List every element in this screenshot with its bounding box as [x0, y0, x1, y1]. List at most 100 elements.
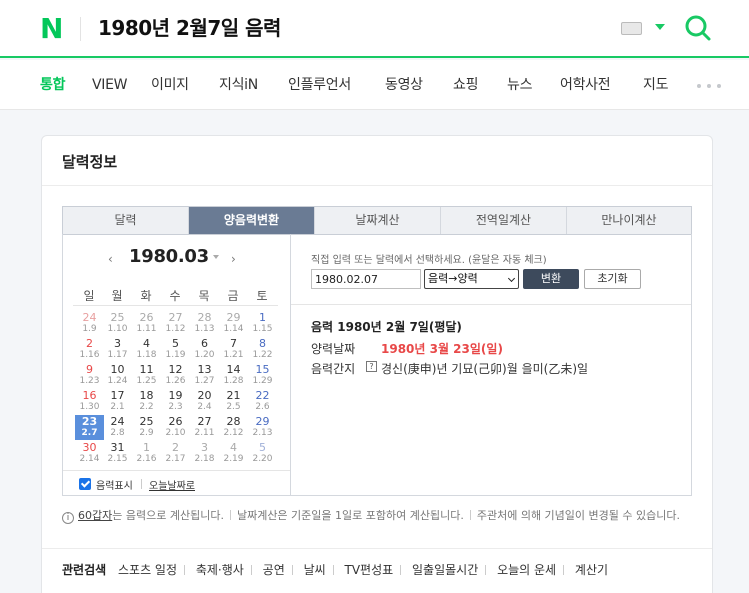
day-cell[interactable]: 27 2.11 [190, 415, 219, 440]
tab-integrated[interactable]: 통합 [40, 75, 65, 95]
tab-kin[interactable]: 지식iN [219, 75, 258, 95]
day-cell[interactable]: 24 2.8 [103, 415, 132, 440]
day-cell[interactable]: 3 2.18 [190, 441, 219, 466]
day-cell[interactable]: 5 1.19 [161, 337, 190, 362]
converter-form: 직접 입력 또는 달력에서 선택하세요. (윤달은 자동 체크) 음력→양력 변… [291, 234, 691, 495]
help-icon[interactable]: ? [366, 361, 377, 372]
lunar-date: 2.15 [107, 454, 128, 464]
day-number: 30 [82, 441, 97, 454]
day-cell[interactable]: 28 2.12 [219, 415, 248, 440]
day-cell[interactable]: 7 1.21 [219, 337, 248, 362]
day-cell[interactable]: 26 1.11 [132, 311, 161, 336]
day-cell[interactable]: 9 1.23 [75, 363, 104, 388]
prev-month-icon[interactable]: ‹ [108, 252, 113, 266]
related-item[interactable]: 오늘의 운세 [497, 563, 556, 577]
next-month-icon[interactable]: › [231, 252, 236, 266]
day-cell[interactable]: 10 1.24 [103, 363, 132, 388]
lunar-date: 2.17 [165, 454, 186, 464]
day-cell[interactable]: 29 2.13 [248, 415, 277, 440]
lunar-date: 1.9 [82, 324, 97, 334]
related-item[interactable]: 일출일몰시간 [412, 563, 478, 577]
tab-video[interactable]: 동영상 [385, 75, 423, 95]
reset-button[interactable]: 초기화 [584, 269, 641, 289]
ctab-age-calc[interactable]: 만나이계산 [567, 207, 691, 234]
tab-map[interactable]: 지도 [643, 75, 668, 95]
ctab-lunar-convert[interactable]: 양음력변환 [189, 207, 315, 234]
chevron-down-icon[interactable] [655, 24, 665, 30]
search-query[interactable]: 1980년 2월7일 음력 [98, 14, 281, 42]
day-cell[interactable]: 2 1.16 [75, 337, 104, 362]
day-cell[interactable]: 12 1.26 [161, 363, 190, 388]
solar-date-label: 양력날짜 [311, 342, 356, 356]
search-icon[interactable] [684, 14, 712, 42]
related-item[interactable]: 날씨 [304, 563, 326, 577]
day-cell[interactable]: 1 1.15 [248, 311, 277, 336]
naver-logo[interactable]: N [40, 15, 63, 43]
note-3: 주관처에 의해 기념일이 변경될 수 있습니다. [476, 509, 680, 522]
related-item[interactable]: TV편성표 [345, 563, 394, 577]
related-item[interactable]: 계산기 [575, 563, 608, 577]
lunar-date: 1.15 [252, 324, 273, 334]
info-icon: i [62, 512, 74, 524]
show-lunar-label[interactable]: 음력표시 [96, 477, 133, 492]
more-icon[interactable] [697, 84, 721, 88]
day-cell[interactable]: 6 1.20 [190, 337, 219, 362]
day-number: 6 [201, 337, 208, 350]
date-input[interactable] [311, 269, 421, 289]
day-cell[interactable]: 22 2.6 [248, 389, 277, 414]
convert-button[interactable]: 변환 [523, 269, 579, 289]
day-cell[interactable]: 17 2.1 [103, 389, 132, 414]
show-lunar-checkbox[interactable] [79, 478, 91, 490]
day-cell[interactable]: 19 2.3 [161, 389, 190, 414]
month-dropdown-icon[interactable] [213, 255, 219, 259]
day-cell[interactable]: 4 1.18 [132, 337, 161, 362]
day-cell[interactable]: 28 1.13 [190, 311, 219, 336]
related-item[interactable]: 축제·행사 [196, 563, 244, 577]
tab-dictionary[interactable]: 어학사전 [560, 75, 611, 95]
tab-influencer[interactable]: 인플루언서 [288, 75, 351, 95]
day-cell[interactable]: 5 2.20 [248, 441, 277, 466]
day-cell[interactable]: 21 2.5 [219, 389, 248, 414]
day-cell[interactable]: 29 1.14 [219, 311, 248, 336]
sexagenary-link[interactable]: 60갑자 [78, 509, 112, 522]
tab-images[interactable]: 이미지 [151, 75, 189, 95]
related-item[interactable]: 공연 [263, 563, 285, 577]
day-cell[interactable]: 15 1.29 [248, 363, 277, 388]
tab-news[interactable]: 뉴스 [507, 75, 532, 95]
day-cell[interactable]: 4 2.19 [219, 441, 248, 466]
day-number: 14 [226, 363, 241, 376]
today-link[interactable]: 오늘날짜로 [149, 477, 195, 492]
lunar-date: 1.14 [223, 324, 244, 334]
day-cell[interactable]: 11 1.25 [132, 363, 161, 388]
day-cell[interactable]: 27 1.12 [161, 311, 190, 336]
day-cell[interactable]: 25 2.9 [132, 415, 161, 440]
keyboard-icon[interactable] [621, 22, 642, 35]
mode-select[interactable]: 음력→양력 [424, 269, 519, 289]
ctab-calendar[interactable]: 달력 [63, 207, 189, 234]
day-cell[interactable]: 16 1.30 [75, 389, 104, 414]
month-label[interactable]: 1980.03 [129, 245, 209, 269]
day-cell[interactable]: 20 2.4 [190, 389, 219, 414]
day-cell[interactable]: 14 1.28 [219, 363, 248, 388]
day-cell[interactable]: 18 2.2 [132, 389, 161, 414]
day-cell[interactable]: 13 1.27 [190, 363, 219, 388]
day-cell[interactable]: 3 1.17 [103, 337, 132, 362]
selected-day-cell[interactable]: 23 2.7 [75, 415, 104, 440]
day-cell[interactable]: 26 2.10 [161, 415, 190, 440]
day-cell[interactable]: 24 1.9 [75, 311, 104, 336]
lunar-date: 2.13 [252, 428, 273, 438]
day-cell[interactable]: 2 2.17 [161, 441, 190, 466]
day-cell[interactable]: 30 2.14 [75, 441, 104, 466]
day-cell[interactable]: 8 1.22 [248, 337, 277, 362]
tab-shopping[interactable]: 쇼핑 [453, 75, 478, 95]
day-cell[interactable]: 1 2.16 [132, 441, 161, 466]
tab-view[interactable]: VIEW [92, 75, 128, 95]
day-cell[interactable]: 25 1.10 [103, 311, 132, 336]
ctab-date-calc[interactable]: 날짜계산 [315, 207, 441, 234]
day-cell[interactable]: 31 2.15 [103, 441, 132, 466]
related-item[interactable]: 스포츠 일정 [118, 563, 177, 577]
note-1: 는 음력으로 계산됩니다. [112, 509, 224, 522]
ctab-discharge-calc[interactable]: 전역일계산 [441, 207, 567, 234]
solar-date-value: 1980년 3월 23일(일) [381, 342, 503, 356]
lunar-date: 2.16 [136, 454, 157, 464]
